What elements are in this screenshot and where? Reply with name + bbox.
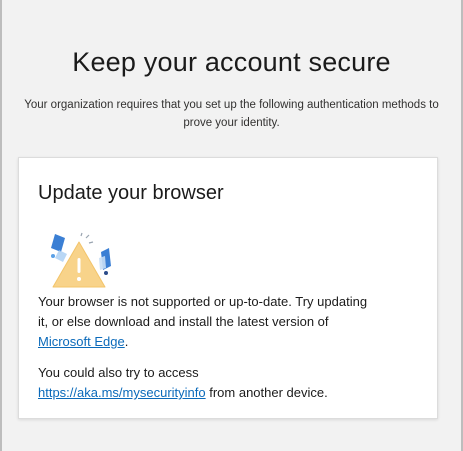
microsoft-edge-link[interactable]: Microsoft Edge — [38, 334, 125, 349]
mysecurityinfo-link[interactable]: https://aka.ms/mysecurityinfo — [38, 385, 206, 400]
message-period: . — [124, 334, 129, 349]
page-title: Keep your account secure — [72, 47, 391, 77]
message-text: Your browser is not supported or up-to-d… — [38, 294, 368, 329]
alternate-device-message: You could also try to access https://aka… — [38, 363, 368, 403]
update-browser-card: Update your browser Your browser is not … — [18, 157, 438, 419]
alternate-text-end: from another device. — [205, 385, 328, 400]
card-title: Update your browser — [38, 182, 224, 204]
warning-triangle-icon — [49, 232, 115, 290]
page-subtitle: Your organization requires that you set … — [24, 99, 439, 129]
alternate-text: You could also try to access — [38, 365, 199, 380]
unsupported-browser-message: Your browser is not supported or up-to-d… — [38, 292, 368, 352]
